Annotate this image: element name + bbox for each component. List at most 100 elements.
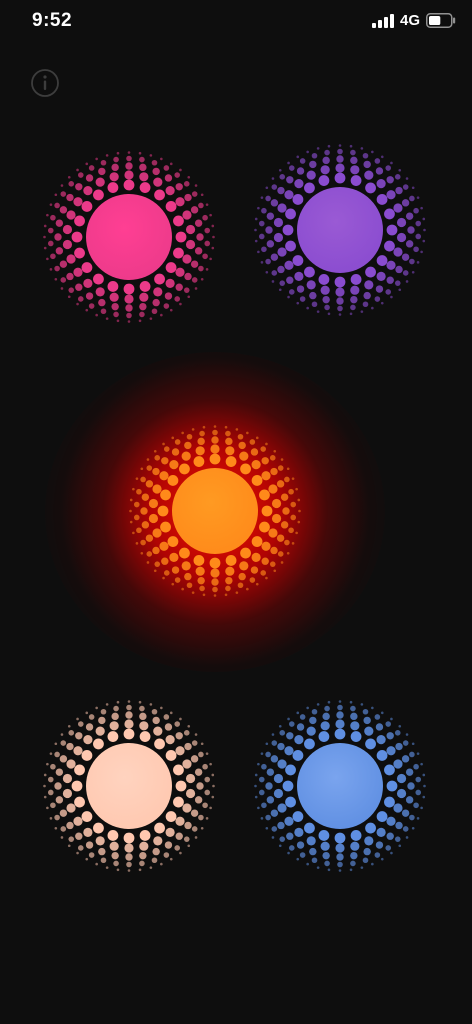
pink-orb[interactable]	[43, 151, 215, 323]
orb-dot	[380, 155, 384, 159]
orb-dot	[139, 182, 151, 193]
orb-dot	[74, 764, 85, 776]
orb-dot	[95, 157, 98, 161]
orb-dot	[179, 463, 190, 475]
orb-dot	[100, 159, 107, 166]
orb-dot	[405, 212, 414, 220]
orb-dot	[364, 726, 374, 736]
orb-dot	[76, 168, 79, 172]
orb-dot	[277, 186, 285, 195]
orb-dot	[265, 195, 271, 202]
orb-dot	[327, 868, 331, 872]
orb-dot	[100, 308, 107, 315]
orb-dot	[257, 806, 260, 810]
orb-dot	[175, 816, 185, 826]
orb-dot	[68, 836, 75, 842]
orb-dot	[174, 296, 181, 302]
orb-dot	[284, 190, 294, 200]
orb-dot	[169, 459, 179, 470]
orb-dot	[375, 285, 384, 293]
orb-dot	[202, 425, 206, 429]
orb-dot	[277, 247, 287, 257]
orb-dot	[257, 250, 260, 254]
orb-dot	[175, 746, 185, 756]
orb-dot	[277, 759, 287, 769]
orb-dot	[165, 811, 177, 822]
orb-dot	[250, 566, 259, 574]
orb-dot	[46, 257, 49, 261]
orb-dot	[212, 235, 215, 239]
orb-dot	[200, 826, 204, 830]
orb-dot	[385, 165, 392, 171]
orb-dot	[190, 206, 199, 214]
blue-orb[interactable]	[254, 700, 426, 872]
orb-dot	[59, 206, 68, 214]
orb-dot	[123, 728, 135, 740]
orb-dot	[258, 776, 265, 783]
orb-dot	[277, 551, 284, 557]
orb-dot	[273, 232, 284, 243]
orb-dot	[362, 152, 369, 159]
orb-dot	[88, 303, 95, 309]
orb-dot	[149, 866, 153, 869]
orb-dot	[413, 207, 419, 214]
orb-dot	[240, 463, 251, 475]
orb-dot	[93, 822, 104, 834]
orb-dot	[124, 719, 134, 729]
orb-dot	[324, 304, 330, 311]
orb-dot	[174, 845, 181, 851]
orb-dot	[146, 458, 150, 461]
orb-dot	[111, 302, 119, 311]
orb-dot	[334, 832, 346, 844]
orb-dot	[288, 527, 294, 534]
orb-dot	[380, 301, 384, 305]
orb-dot	[138, 868, 142, 872]
orb-dot	[123, 832, 135, 844]
orb-dot	[309, 716, 317, 725]
orb-dot	[98, 716, 106, 725]
orb-dot	[251, 475, 263, 486]
orb-dot	[350, 712, 358, 721]
orb-dot	[235, 591, 239, 594]
orb-dot	[350, 830, 362, 841]
orb-dot	[306, 170, 316, 180]
orange-orb[interactable]	[129, 425, 301, 597]
orb-dot	[239, 451, 249, 461]
orb-dot	[182, 210, 192, 220]
orb-dot	[95, 706, 98, 710]
orb-dot	[116, 868, 120, 872]
orb-dot	[209, 257, 212, 261]
orb-dot	[107, 731, 119, 742]
purple-orb[interactable]	[254, 144, 426, 316]
orb-dot	[324, 860, 330, 867]
orb-dot	[151, 857, 158, 864]
orb-dot	[55, 796, 64, 804]
orb-dot	[113, 311, 119, 318]
orb-dot	[327, 312, 331, 316]
orb-dot	[266, 240, 275, 248]
info-button[interactable]	[30, 68, 60, 98]
orb-dot	[306, 726, 316, 736]
orb-dot	[125, 162, 133, 170]
orb-dot	[287, 851, 290, 855]
orb-dot	[422, 239, 426, 243]
orb-dot	[209, 453, 221, 465]
orb-dot	[402, 740, 409, 746]
orb-dot	[202, 802, 208, 809]
orb-dot	[287, 161, 290, 165]
app-screen: 9:52 4G	[0, 0, 472, 1024]
orb-dot	[50, 253, 56, 260]
orb-dot	[43, 784, 46, 788]
orb-dot	[54, 814, 60, 821]
orb-dot	[71, 231, 83, 243]
orb-dot	[285, 208, 296, 220]
orb-dot	[416, 196, 420, 199]
orb-dot	[109, 841, 119, 851]
info-icon	[31, 69, 59, 97]
peach-orb[interactable]	[43, 700, 215, 872]
orb-dot	[184, 441, 192, 450]
orb-dot	[50, 763, 56, 770]
orb-dot	[349, 144, 353, 148]
orb-dot	[93, 738, 104, 750]
orb-dot	[160, 706, 163, 710]
